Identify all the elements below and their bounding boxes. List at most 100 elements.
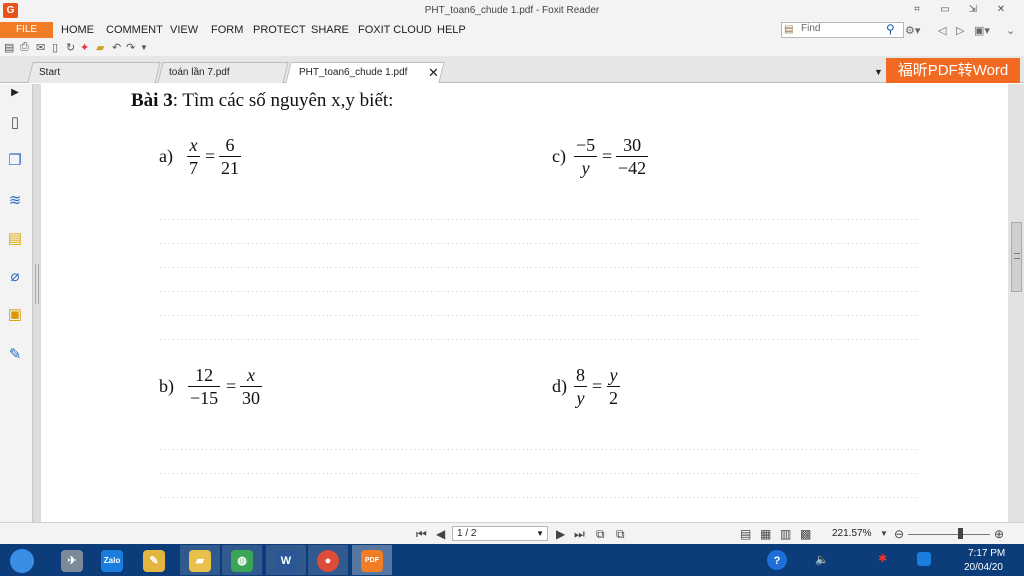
answer-line: …………………………………………………………………………………………………………… (159, 306, 919, 316)
problem-b-fraction-right: x 30 (240, 365, 262, 408)
undo-icon[interactable]: ↶ (112, 41, 121, 54)
clock-date[interactable]: 20/04/20 (964, 562, 1003, 573)
scrollbar-thumb[interactable] (1011, 222, 1022, 292)
taskbar-coccoc[interactable]: ◍ (222, 545, 262, 575)
options-dropdown-icon[interactable]: ⌄ (1006, 24, 1015, 37)
zoom-slider-thumb[interactable] (958, 528, 963, 539)
print-icon[interactable]: ⎙ (20, 41, 29, 54)
unikey-icon[interactable]: ✱ (878, 552, 887, 565)
email-icon[interactable]: ✉ (36, 41, 45, 54)
expand-panel-icon[interactable]: ▶ (6, 84, 24, 102)
zoom-dropdown-icon[interactable]: ▼ (880, 529, 888, 538)
zoom-out-icon[interactable]: ⊖ (894, 527, 904, 541)
splitter-grip[interactable] (35, 264, 39, 304)
restore-layout-icon[interactable]: ⌗ (908, 3, 926, 17)
vertical-scrollbar[interactable] (1008, 84, 1024, 522)
settings-gear-icon[interactable]: ⚙▾ (905, 24, 920, 37)
help-icon[interactable]: ? (767, 550, 787, 570)
taskbar-chrome[interactable]: ● (308, 545, 348, 575)
taskbar-word[interactable]: W (266, 545, 306, 575)
chrome-icon: ● (317, 550, 339, 572)
answer-line: …………………………………………………………………………………………………………… (159, 258, 919, 268)
problem-c-label: c) (552, 146, 566, 166)
refresh-icon[interactable]: ↻ (66, 41, 75, 54)
navigation-panel: ▶ ▯ ❐ ≋ ▤ ⌀ ▣ ✎ (0, 84, 33, 522)
menu-form[interactable]: FORM (211, 24, 243, 36)
continuous-page-view-icon[interactable]: ▦ (760, 527, 771, 541)
open-folder-icon[interactable]: ▰ (96, 41, 104, 54)
taskbar-explorer[interactable]: ▰ (180, 545, 220, 575)
continuous-view-icon[interactable]: ⧉ (596, 527, 605, 542)
app-2-icon: ✈ (61, 550, 83, 572)
find-placeholder: Find (801, 23, 821, 34)
redo-icon[interactable]: ↷ (126, 41, 135, 54)
first-page-icon[interactable]: ⏮ (416, 527, 427, 542)
minimize-icon[interactable]: ▭ (936, 3, 954, 17)
page-thumbnail-icon[interactable]: ▯ (6, 114, 24, 132)
comments-icon[interactable]: ▤ (6, 230, 24, 248)
menu-home[interactable]: HOME (61, 24, 94, 36)
zoom-slider[interactable] (908, 534, 990, 535)
tab-bar (0, 56, 1024, 83)
problem-d-fraction-right: y2 (607, 365, 620, 408)
zoom-in-icon[interactable]: ⊕ (994, 527, 1004, 541)
facing-view-icon[interactable]: ⧉ (616, 527, 625, 542)
customize-toolbar-icon[interactable]: ▼ (140, 43, 148, 52)
last-page-icon[interactable]: ⏭ (574, 527, 585, 542)
word-icon: W (275, 550, 297, 572)
next-page-icon[interactable]: ▶ (556, 527, 565, 541)
zoom-level[interactable]: 221.57% (832, 528, 871, 539)
previous-page-icon[interactable]: ◀ (436, 527, 445, 541)
security-lock-icon[interactable]: ▣ (6, 306, 24, 324)
signature-icon[interactable]: ✎ (6, 346, 24, 364)
problem-a-fraction-right: 6 21 (219, 135, 241, 178)
page-number-input[interactable]: 1 / 2 ▼ (452, 526, 548, 541)
layers-icon[interactable]: ≋ (6, 192, 24, 210)
document-view[interactable]: Bài 3: Tìm các số nguyên x,y biết: a) x7… (41, 84, 1008, 522)
pages-icon[interactable]: ❐ (6, 152, 24, 170)
start-button[interactable] (2, 545, 42, 575)
two-page-view-icon[interactable]: ▥ (780, 527, 791, 541)
stamp-icon[interactable]: ✦ (80, 41, 89, 54)
folder-icon: ▰ (189, 550, 211, 572)
windows-start-icon (10, 549, 34, 573)
close-window-icon[interactable]: ✕ (992, 3, 1010, 17)
volume-icon[interactable]: 🔈 (815, 553, 829, 566)
taskbar-app-2[interactable]: ✈ (52, 545, 92, 575)
zalo-tray-icon[interactable] (917, 552, 931, 566)
clock-time[interactable]: 7:17 PM (968, 548, 1005, 559)
problem-c-fraction-right: 30 −42 (616, 135, 649, 178)
pin-icon[interactable]: ⇲ (964, 3, 982, 17)
paint-icon: ✎ (143, 550, 165, 572)
pdf-to-word-banner[interactable]: 福昕PDF转Word (886, 58, 1020, 83)
taskbar-foxit[interactable]: PDF (352, 545, 392, 575)
problem-a-fraction-left: x7 (187, 135, 200, 178)
tab-close-icon[interactable]: ✕ (428, 65, 439, 81)
two-page-continuous-view-icon[interactable]: ▩ (800, 527, 811, 541)
tab-list-dropdown-icon[interactable]: ▼ (874, 67, 883, 77)
menu-help[interactable]: HELP (437, 24, 466, 36)
taskbar-paint[interactable]: ✎ (134, 545, 174, 575)
menu-view[interactable]: VIEW (170, 24, 198, 36)
menu-protect[interactable]: PROTECT (253, 24, 306, 36)
menu-share[interactable]: SHARE (311, 24, 349, 36)
panel-splitter[interactable] (33, 84, 41, 522)
search-icon[interactable]: ⚲ (886, 22, 895, 36)
menu-foxit-cloud[interactable]: FOXIT CLOUD (358, 24, 432, 36)
new-document-icon[interactable]: ▯ (52, 41, 58, 54)
window-title: PHT_toan6_chude 1.pdf - Foxit Reader (424, 5, 600, 16)
status-bar: ⏮ ◀ 1 / 2 ▼ ▶ ⏭ ⧉ ⧉ ▤ ▦ ▥ ▩ 221.57% ▼ ⊖ ⊕ (0, 522, 1024, 544)
single-page-view-icon[interactable]: ▤ (740, 527, 751, 541)
save-icon[interactable]: ▤ (4, 41, 14, 54)
answer-line: …………………………………………………………………………………………………………… (159, 330, 919, 340)
problem-d-equals: = (592, 376, 603, 396)
answer-line: …………………………………………………………………………………………………………… (159, 282, 919, 292)
nav-forward-icon[interactable]: ▷ (956, 24, 964, 37)
nav-back-icon[interactable]: ◁ (938, 24, 946, 37)
menu-file[interactable]: FILE (0, 22, 53, 38)
attachment-icon[interactable]: ⌀ (6, 268, 24, 286)
user-account-icon[interactable]: ▣▾ (974, 24, 990, 37)
menu-comment[interactable]: COMMENT (106, 24, 163, 36)
page-dropdown-icon[interactable]: ▼ (536, 527, 544, 540)
taskbar-zalo[interactable]: Zalo (92, 545, 132, 575)
